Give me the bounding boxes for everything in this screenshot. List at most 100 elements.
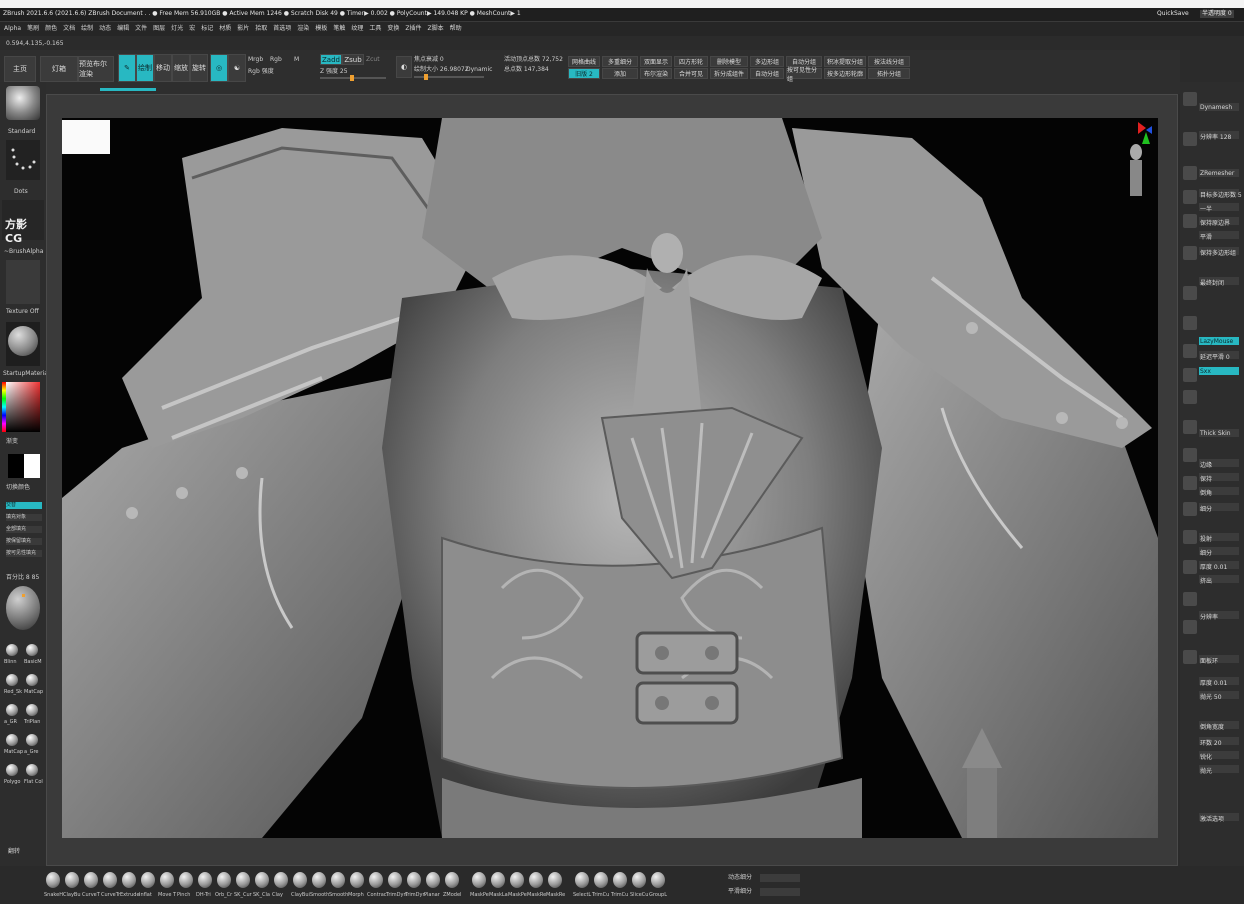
right-tool-icon[interactable] [1183,476,1197,490]
shelf-button-3-0[interactable]: 四方形轮 [674,56,708,67]
brush-thumbnail[interactable] [594,872,608,888]
fill-button-2[interactable]: 全部填充 [6,526,42,533]
menu-item[interactable]: Alpha [4,25,21,33]
right-tool-icon[interactable] [1183,316,1197,330]
brush-thumbnail[interactable] [84,872,98,888]
right-tool-icon[interactable] [1183,166,1197,180]
navigation-thumbnail[interactable] [62,120,110,154]
standard-brush-icon[interactable] [6,86,40,120]
shelf-button-5-0[interactable]: 多边形组 [750,56,784,67]
move-button[interactable]: 移动 [154,54,172,82]
brush-thumbnail[interactable] [632,872,646,888]
material-swatch[interactable] [26,644,38,656]
brush-thumbnail[interactable] [141,872,155,888]
menu-item[interactable]: 文档 [63,25,75,33]
menu-item[interactable]: Z插件 [405,25,421,33]
right-tool-icon[interactable] [1183,530,1197,544]
switch-color-button[interactable]: 切换颜色 [6,484,30,492]
menu-item[interactable]: 宏 [189,25,195,33]
texture-thumbnail[interactable] [6,260,40,304]
brush-thumbnail[interactable] [293,872,307,888]
shelf-button-1-0[interactable]: 多重细分 [602,56,638,67]
quicksave-button[interactable]: QuickSave [1157,10,1189,18]
gizmo-button[interactable]: ◎ [210,54,228,82]
fill-button-0[interactable]: 交替 [6,502,42,509]
menu-item[interactable]: Z脚本 [428,25,444,33]
edit-button[interactable]: ✎ [118,54,136,82]
fill-button-4[interactable]: 按可见性填充 [6,550,42,557]
menu-item[interactable]: 变换 [387,25,399,33]
right-tool-icon[interactable] [1183,246,1197,260]
shelf-button-8-0[interactable]: 按法线分组 [868,56,910,67]
right-tool-icon[interactable] [1183,132,1197,146]
fill-button-3[interactable]: 按保留填充 [6,538,42,545]
brush-thumbnail[interactable] [472,872,486,888]
menu-item[interactable]: 渲染 [297,25,309,33]
mrgb-toggle[interactable]: Mrgb [248,56,263,64]
material-swatch[interactable] [6,764,18,776]
shelf-button-6-1[interactable]: 按可见性分组 [786,67,822,83]
brush-thumbnail[interactable] [491,872,505,888]
shelf-button-3-1[interactable]: 合并可见 [674,68,708,79]
lightbox-button[interactable]: 灯箱 [40,56,78,82]
shelf-button-0-0[interactable]: 网格曲线 [568,56,600,67]
draw-button[interactable]: 绘制 [136,54,154,82]
menu-item[interactable]: 动态 [99,25,111,33]
smooth-subdiv-slider[interactable] [760,888,800,896]
material-swatch[interactable] [26,764,38,776]
alpha-thumbnail[interactable]: 方影CG [2,200,44,245]
menu-item[interactable]: 笔刷 [27,25,39,33]
right-tool-icon[interactable] [1183,214,1197,228]
zcut-button[interactable]: Zcut [366,56,380,64]
brush-thumbnail[interactable] [529,872,543,888]
right-tool-icon[interactable] [1183,420,1197,434]
material-thumbnail[interactable] [6,322,40,366]
right-tool-icon[interactable] [1183,390,1197,404]
menu-item[interactable]: 灯光 [171,25,183,33]
brush-thumbnail[interactable] [217,872,231,888]
brush-thumbnail[interactable] [255,872,269,888]
brush-thumbnail[interactable] [122,872,136,888]
projection-master-button[interactable]: 主页 [4,56,36,82]
brush-thumbnail[interactable] [426,872,440,888]
brush-preview-sphere[interactable] [6,586,40,630]
brush-thumbnail[interactable] [445,872,459,888]
brush-thumbnail[interactable] [46,872,60,888]
zsub-button[interactable]: Zsub [342,54,364,65]
brush-thumbnail[interactable] [65,872,79,888]
flip-button[interactable]: 翻转 [8,848,20,856]
m-toggle[interactable]: M [294,56,299,64]
dynamic-subdiv-slider[interactable] [760,874,800,882]
rgb-toggle[interactable]: Rgb [270,56,282,64]
brush-thumbnail[interactable] [236,872,250,888]
menu-item[interactable]: 颜色 [45,25,57,33]
zadd-button[interactable]: Zadd [320,54,342,65]
menu-item[interactable]: 材质 [219,25,231,33]
material-swatch[interactable] [26,734,38,746]
brush-thumbnail[interactable] [198,872,212,888]
intensity-slider[interactable]: 百分比 8 85 [6,574,39,582]
menu-item[interactable]: 拾取 [255,25,267,33]
menu-item[interactable]: 首选项 [273,25,291,33]
viewport-canvas[interactable] [62,118,1158,838]
focal-shift-slider[interactable]: 焦点衰减 0 [414,56,444,64]
dynamic-toggle[interactable]: Dynamic [466,66,492,74]
shelf-button-2-1[interactable]: 布尔渲染 [640,68,672,79]
brush-thumbnail[interactable] [274,872,288,888]
shelf-button-1-1[interactable]: 添加 [602,68,638,79]
rgb-intensity-slider[interactable]: Rgb 强度 [248,68,274,76]
brush-thumbnail[interactable] [331,872,345,888]
dots-stroke-icon[interactable] [6,140,40,180]
main-color-swatch[interactable] [24,454,40,478]
brush-thumbnail[interactable] [350,872,364,888]
material-swatch[interactable] [6,674,18,686]
brush-thumbnail[interactable] [510,872,524,888]
menu-item[interactable]: 标记 [201,25,213,33]
scale-button[interactable]: 缩放 [172,54,190,82]
color-picker[interactable] [2,382,40,432]
brush-thumbnail[interactable] [407,872,421,888]
brush-thumbnail[interactable] [160,872,174,888]
brush-thumbnail[interactable] [179,872,193,888]
brush-thumbnail[interactable] [369,872,383,888]
z-intensity-slider[interactable]: Z 强度 25 [320,68,348,76]
